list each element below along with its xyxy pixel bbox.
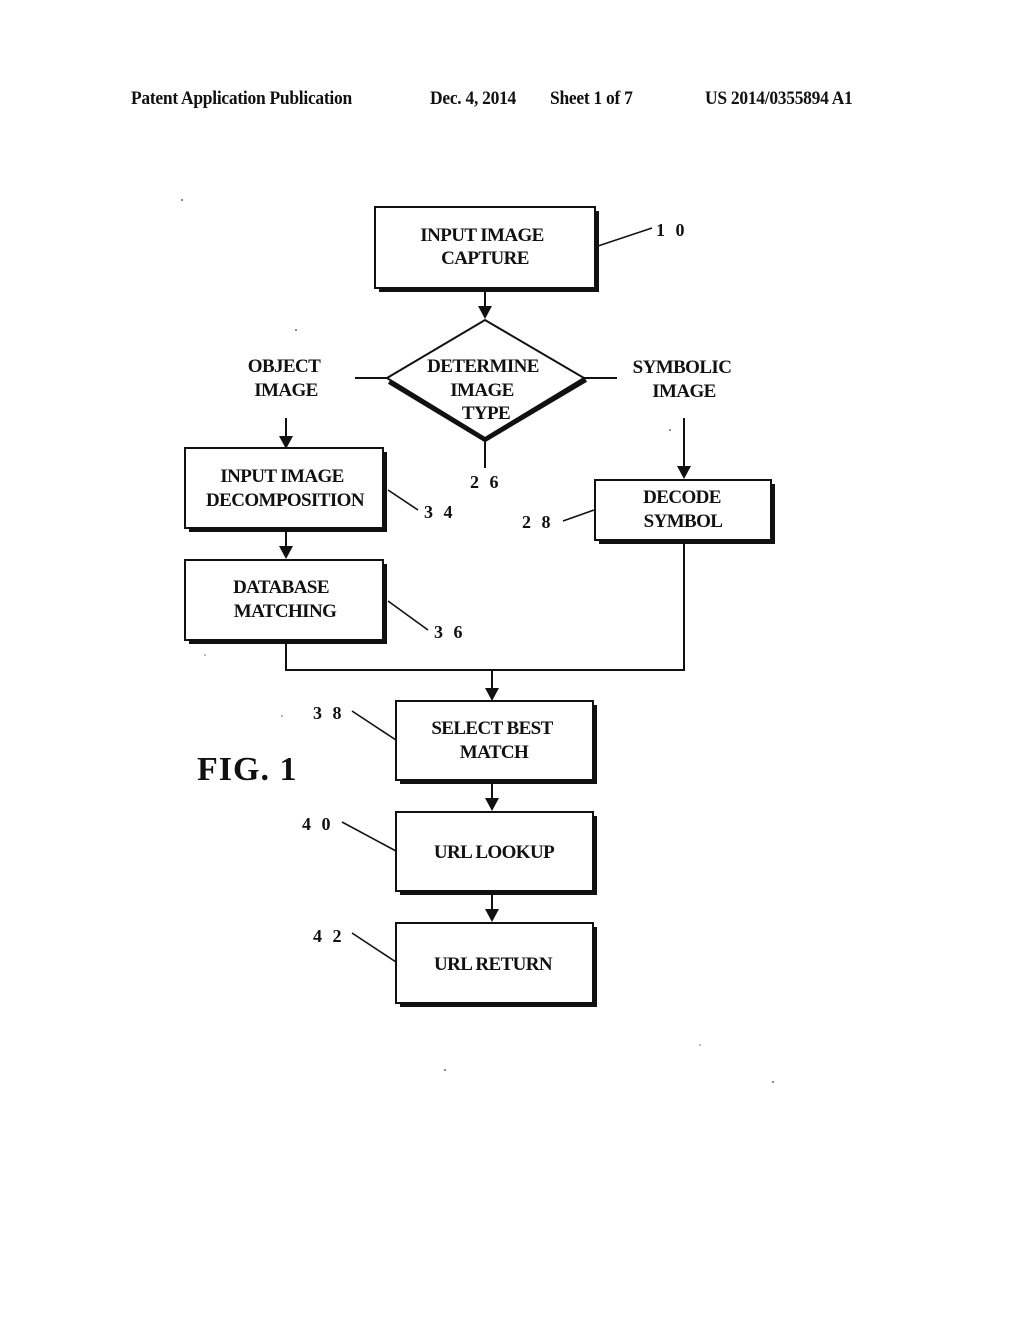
node-input-image-decomposition: INPUT IMAGE DECOMPOSITION — [184, 447, 387, 532]
node-label-line: DATABASE — [233, 577, 329, 598]
arrowhead — [485, 798, 499, 811]
node-label-line: INPUT IMAGE — [420, 225, 543, 246]
node-label-line: URL RETURN — [434, 954, 553, 975]
ref-leader — [351, 710, 397, 741]
node-decode-symbol: DECODE SYMBOL — [594, 479, 775, 544]
node-determine-image-type: DETERMINE IMAGE TYPE — [385, 318, 588, 443]
branch-label-left: IMAGE — [254, 380, 318, 401]
ref-leader — [351, 932, 397, 963]
arrowhead — [677, 466, 691, 479]
node-label-line: SYMBOL — [644, 511, 723, 532]
ref-leader — [387, 489, 419, 511]
node-label-line: IMAGE — [450, 380, 514, 401]
node-label-line: CAPTURE — [441, 248, 529, 269]
ref-leader — [597, 227, 653, 247]
node-label-line: DETERMINE — [427, 356, 539, 377]
ref-number-36: 3 6 — [434, 622, 466, 642]
ref-leader — [387, 600, 429, 631]
branch-label-right: SYMBOLIC — [633, 357, 732, 378]
arrowhead — [485, 909, 499, 922]
ref-number-10: 1 0 — [656, 220, 688, 240]
arrowhead — [485, 688, 499, 701]
ref-number-40: 4 0 — [302, 814, 334, 834]
flowchart-diagram: INPUT IMAGE CAPTURE 1 0 DETERMINE IMAGE … — [181, 199, 775, 1083]
node-label-line: MATCHING — [234, 601, 337, 622]
ref-number-26: 2 6 — [470, 472, 502, 492]
node-label-line: TYPE — [462, 403, 510, 424]
figure-label: FIG. 1 — [197, 751, 297, 788]
node-database-matching: DATABASE MATCHING — [184, 559, 387, 644]
ref-leader — [341, 821, 397, 852]
node-label-line: MATCH — [460, 742, 529, 763]
ref-number-34: 3 4 — [424, 502, 456, 522]
ref-leader — [562, 509, 595, 522]
branch-label-right: IMAGE — [652, 381, 716, 402]
ref-number-42: 4 2 — [313, 926, 345, 946]
node-url-return: URL RETURN — [395, 922, 597, 1007]
node-url-lookup: URL LOOKUP — [395, 811, 597, 895]
node-label-line: DECODE — [643, 487, 721, 508]
node-label-line: SELECT BEST — [431, 718, 553, 739]
branch-label-left: OBJECT — [248, 356, 321, 377]
node-label-line: INPUT IMAGE — [220, 466, 343, 487]
arrowhead — [279, 546, 293, 559]
ref-number-28: 2 8 — [522, 512, 554, 532]
arrowhead — [478, 306, 492, 319]
node-label-line: URL LOOKUP — [434, 842, 555, 863]
node-select-best-match: SELECT BEST MATCH — [395, 700, 597, 784]
node-input-image-capture: INPUT IMAGE CAPTURE — [374, 206, 599, 292]
node-label-line: DECOMPOSITION — [206, 490, 365, 511]
ref-number-38: 3 8 — [313, 703, 345, 723]
